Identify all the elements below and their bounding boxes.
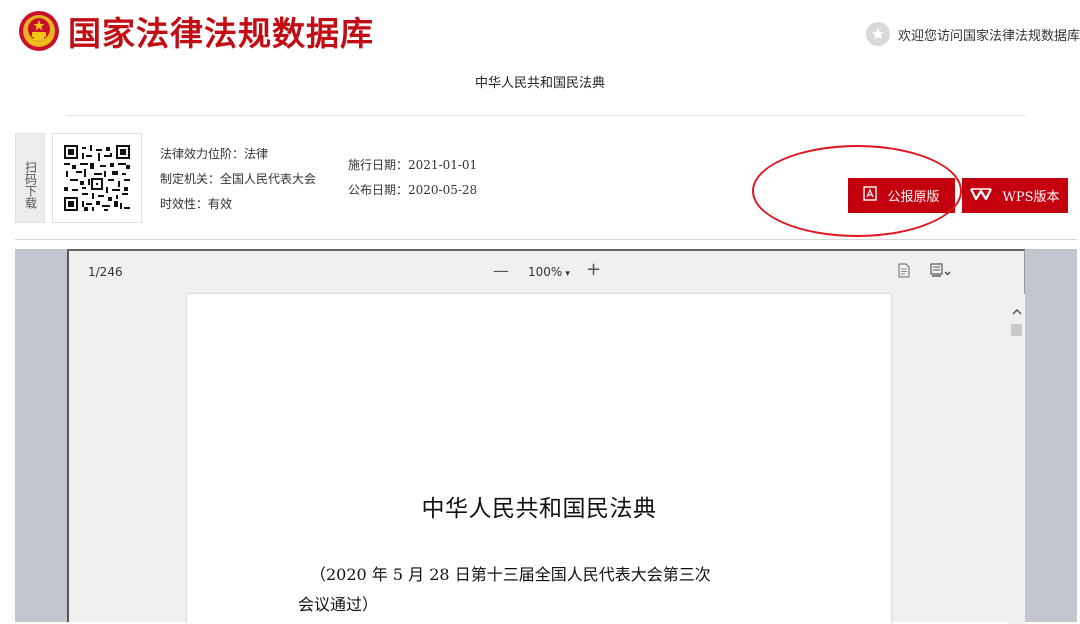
gazette-button-label: 公报原版 <box>887 190 940 205</box>
pdf-icon <box>863 186 878 205</box>
document-adoption-note: （2020 年 5 月 28 日第十三届全国人民代表大会第三次 会议通过） <box>298 560 780 620</box>
viewer-margin-right <box>1025 249 1077 622</box>
validity-status: 时效性：有效 <box>160 197 233 211</box>
viewer-toolbar: 1/246 — 100% ▾ + <box>69 251 1025 293</box>
qr-code-icon <box>64 145 130 211</box>
note-line: （2020 年 5 月 28 日第十三届全国人民代表大会第三次 <box>310 565 711 584</box>
zoom-out-button[interactable]: — <box>493 261 509 280</box>
zoom-level-value: 100% <box>528 265 563 279</box>
divider <box>66 115 1026 116</box>
wps-logo-icon <box>970 187 993 205</box>
scan-download-label: 扫码下载 <box>15 133 45 223</box>
page-counter[interactable]: 1/246 <box>88 265 123 279</box>
pdf-page: 中华人民共和国民法典 （2020 年 5 月 28 日第十三届全国人民代表大会第… <box>187 294 891 624</box>
national-emblem-icon[interactable] <box>18 10 60 52</box>
law-metadata-right: 施行日期：2021-01-01 公布日期：2020-05-28 <box>348 153 477 203</box>
publish-date: 公布日期：2020-05-28 <box>348 183 478 197</box>
scroll-thumb[interactable] <box>1011 324 1022 336</box>
wps-version-button[interactable]: WPS版本 <box>962 178 1068 213</box>
site-header: 国家法律法规数据库 欢迎您访问国家法律法规数据库 <box>0 0 1080 70</box>
qr-code[interactable] <box>52 133 142 223</box>
gazette-original-button[interactable]: 公报原版 <box>848 178 955 213</box>
zoom-in-button[interactable]: + <box>586 259 601 280</box>
chevron-up-icon[interactable] <box>1008 304 1025 318</box>
welcome-text: 欢迎您访问国家法律法规数据库 <box>897 28 1080 44</box>
viewer-margin-left <box>15 249 67 622</box>
zoom-level-select[interactable]: 100% ▾ <box>528 265 570 279</box>
site-title[interactable]: 国家法律法规数据库 <box>68 14 374 54</box>
pdf-viewer: 1/246 — 100% ▾ + 中华人民共和国民法典 （2020 年 5 月 2… <box>67 249 1025 624</box>
wps-button-label: WPS版本 <box>1002 190 1060 205</box>
print-icon[interactable] <box>929 263 953 281</box>
divider <box>15 239 1077 240</box>
welcome-area: 欢迎您访问国家法律法规数据库 <box>865 22 1080 46</box>
document-view-icon[interactable] <box>897 263 911 281</box>
effective-date: 施行日期：2021-01-01 <box>348 158 478 172</box>
star-icon <box>865 22 890 46</box>
vertical-scrollbar[interactable] <box>1008 294 1025 624</box>
law-metadata-left: 法律效力位阶：法律 制定机关：全国人民代表大会 时效性：有效 <box>160 142 316 217</box>
page-title: 中华人民共和国民法典 <box>474 76 605 91</box>
note-line: 会议通过） <box>298 595 379 614</box>
issuing-authority: 制定机关：全国人民代表大会 <box>160 172 317 186</box>
document-title: 中华人民共和国民法典 <box>421 496 657 522</box>
effect-level: 法律效力位阶：法律 <box>160 147 269 161</box>
caret-down-icon: ▾ <box>565 269 570 279</box>
